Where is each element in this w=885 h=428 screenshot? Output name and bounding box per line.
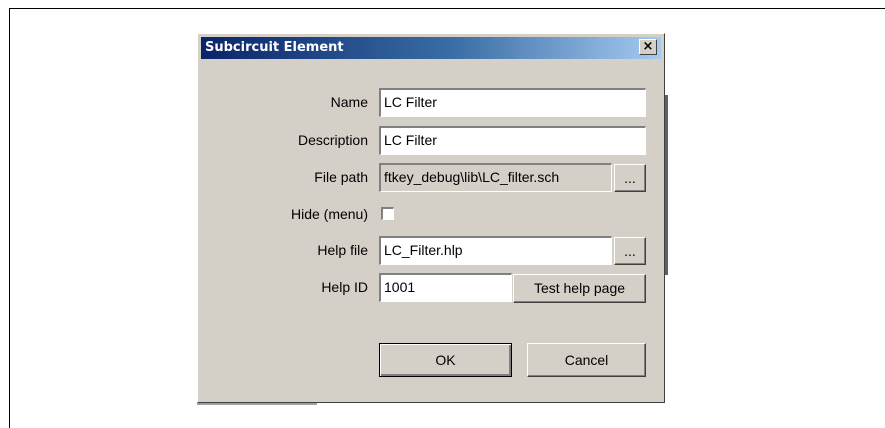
ok-button[interactable]: OK [379,343,512,377]
help-id-label: Help ID [321,279,368,295]
name-label: Name [330,94,368,110]
help-file-input[interactable]: LC_Filter.hlp [379,236,612,265]
dialog-titlebar[interactable]: Subcircuit Element × [201,37,661,59]
help-id-input[interactable]: 1001 [379,273,512,302]
file-path-input[interactable]: ftkey_debug\lib\LC_filter.sch [379,163,612,192]
background-divider [197,403,317,405]
name-input[interactable]: LC Filter [379,88,646,117]
test-help-page-button[interactable]: Test help page [513,274,646,303]
subcircuit-element-dialog: Subcircuit Element × Name LC Filter Desc… [197,33,665,403]
file-path-label: File path [314,169,368,185]
dialog-title: Subcircuit Element [205,40,344,55]
help-file-label: Help file [317,242,368,258]
hide-menu-label: Hide (menu) [290,206,368,222]
hide-menu-checkbox[interactable] [381,207,394,220]
background-edge [665,95,668,275]
help-file-browse-button[interactable]: ... [614,237,646,265]
close-icon: × [642,39,654,54]
cancel-button[interactable]: Cancel [527,343,646,377]
description-label: Description [297,132,368,148]
close-button[interactable]: × [639,39,657,55]
file-path-browse-button[interactable]: ... [614,164,646,192]
description-input[interactable]: LC Filter [379,126,646,155]
